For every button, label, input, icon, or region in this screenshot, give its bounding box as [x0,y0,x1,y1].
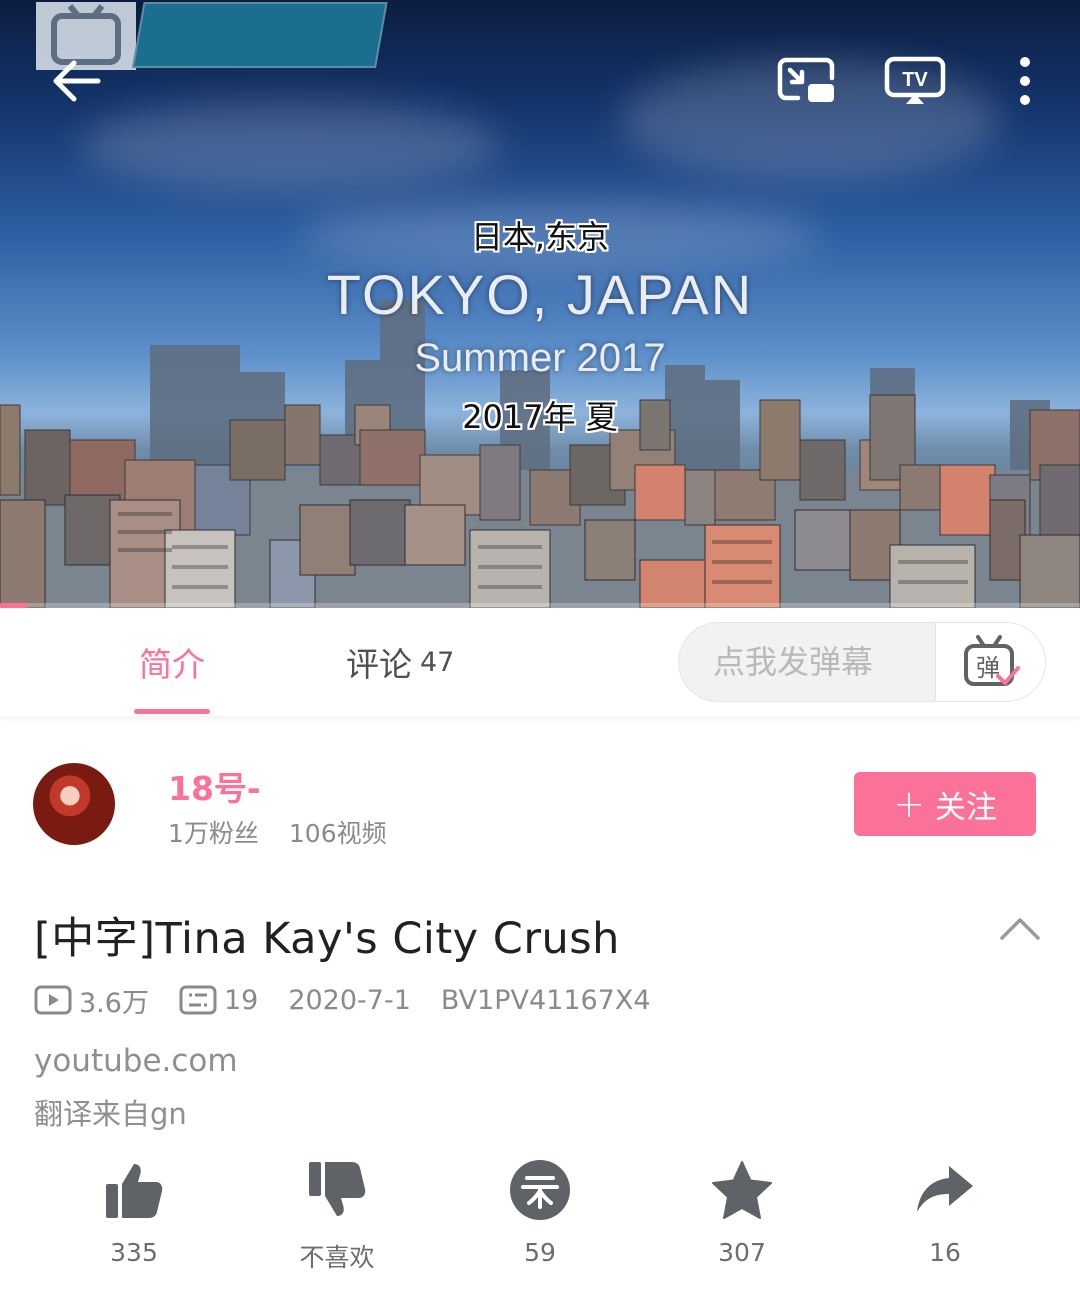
svg-text:弹: 弹 [976,654,1000,682]
view-count-value: 3.6万 [79,987,149,1019]
danmaku-toggle-button[interactable]: 弹 [935,623,1045,701]
video-title: [中字]Tina Kay's City Crush [34,914,620,964]
star-icon [712,1161,772,1219]
tab-intro[interactable]: 简介 [132,608,212,716]
share-button[interactable]: 16 [885,1158,1005,1267]
svg-text:TV: TV [902,69,928,91]
video-source: youtube.com [34,1043,238,1079]
back-arrow-icon [53,60,101,102]
favorite-button[interactable]: 307 [682,1158,802,1267]
video-season-card: Summer 2017 [414,336,666,380]
thumb-down-icon [309,1162,366,1216]
collapse-description-button[interactable] [998,910,1042,946]
share-count: 16 [929,1238,961,1267]
danmaku-count-icon [179,985,217,1015]
like-count: 335 [110,1238,158,1267]
back-button[interactable] [44,50,110,112]
video-description: 翻译来自gn [34,1097,187,1131]
publish-date: 2020-7-1 [288,984,411,1016]
tab-intro-label: 简介 [139,645,205,684]
view-count: 3.6万 [34,981,149,1020]
plus-icon: + [893,782,925,826]
video-player[interactable]: TV 日本,东京 TOKYO, JAPAN Summer 2017 2017年 … [0,0,1080,608]
watermark-bar [132,2,388,68]
thumb-up-icon [106,1164,163,1218]
video-meta: 3.6万 19 2020-7-1 BV1PV41167X4 [34,981,651,1020]
coin-count: 59 [524,1238,556,1267]
subtitle-cn-bottom: 2017年 夏 [462,398,618,436]
danmaku-toggle-icon: 弹 [963,635,1020,686]
dislike-button[interactable]: 不喜欢 [277,1158,397,1274]
coin-button[interactable]: 59 [480,1158,600,1267]
pip-icon [777,57,835,102]
video-title-card: TOKYO, JAPAN [326,263,754,326]
tab-active-indicator [134,709,210,714]
follow-label: 关注 [934,789,997,826]
tab-comments[interactable]: 评论 47 [346,608,454,716]
dislike-label: 不喜欢 [299,1243,375,1272]
follow-button[interactable]: + 关注 [854,772,1036,836]
danmaku-input[interactable]: 点我发弹幕 弹 [678,622,1046,702]
favorite-count: 307 [718,1238,766,1267]
danmaku-count-value: 19 [223,984,259,1016]
chevron-up-icon [1000,918,1040,940]
coin-icon [510,1160,570,1220]
picture-in-picture-button[interactable] [774,54,838,108]
more-options-button[interactable] [1002,50,1048,112]
tv-cast-button[interactable]: TV [882,54,948,108]
comments-count: 47 [420,646,455,678]
danmaku-placeholder: 点我发弹幕 [713,643,874,681]
share-icon [917,1166,973,1212]
uploader-stats: 1万粉丝 106视频 [168,814,387,850]
uploader-followers: 1万粉丝 [168,819,259,848]
uploader-videos: 106视频 [288,819,387,848]
tv-cast-icon: TV [884,56,946,104]
bvid: BV1PV41167X4 [440,984,651,1016]
danmaku-count: 19 [179,985,258,1016]
more-vertical-icon [1020,57,1030,105]
play-count-icon [34,985,72,1015]
tab-comments-label: 评论 [346,645,412,684]
uploader-avatar[interactable] [33,763,115,845]
uploader-name[interactable]: 18号- [168,762,261,810]
like-button[interactable]: 335 [74,1158,194,1267]
subtitle-cn-top: 日本,东京 [470,218,610,256]
